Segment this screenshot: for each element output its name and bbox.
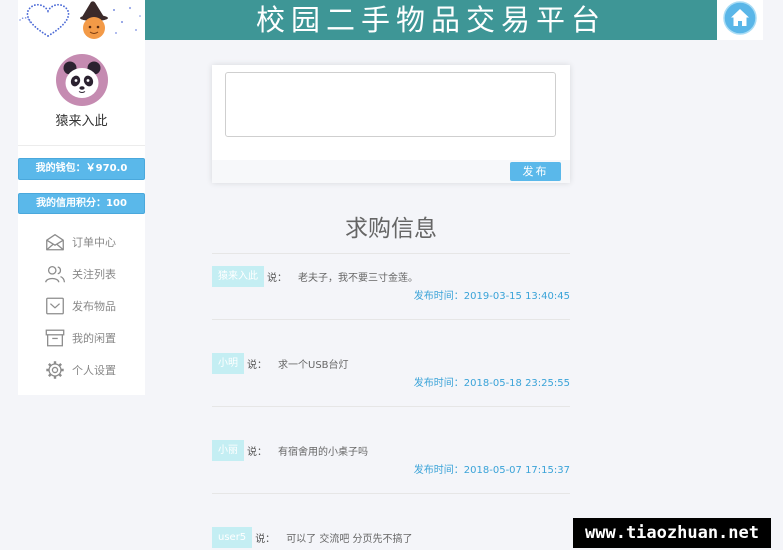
- author-tag: 小明: [212, 353, 244, 374]
- archive-icon: [44, 327, 66, 349]
- sidebar-item-settings[interactable]: 个人设置: [18, 354, 145, 386]
- author-tag: 小丽: [212, 440, 244, 461]
- home-icon: [723, 1, 757, 35]
- username: 猿来入此: [55, 114, 108, 129]
- sidebar-menu: 订单中心 关注列表 发布物品 我的闲置 个人设置: [18, 226, 145, 386]
- request-composer: 发布: [212, 65, 570, 183]
- users-icon: [44, 263, 66, 285]
- section-title: 求购信息: [212, 205, 570, 254]
- site-logo[interactable]: [18, 0, 145, 40]
- post-text: 求一个USB台灯: [278, 360, 349, 371]
- post-line: 小丽 说： 有宿舍用的小桌子吗: [212, 440, 570, 461]
- list-item: 小丽 说： 有宿舍用的小桌子吗 发布时间：2018-05-07 17:15:37: [212, 440, 570, 494]
- hearts-witch-logo-icon: [19, 1, 141, 39]
- sidebar-item-following[interactable]: 关注列表: [18, 258, 145, 290]
- list-item: 小明 说： 求一个USB台灯 发布时间：2018-05-18 23:25:55: [212, 353, 570, 407]
- request-input[interactable]: [225, 72, 556, 137]
- sidebar-item-my-idle[interactable]: 我的闲置: [18, 322, 145, 354]
- post-line: 小明 说： 求一个USB台灯: [212, 353, 570, 374]
- mail-icon: [44, 231, 66, 253]
- wallet-button[interactable]: 我的钱包：￥970.0: [18, 158, 145, 180]
- avatar[interactable]: [56, 54, 108, 106]
- say-label: 说：: [247, 360, 267, 371]
- requests-section: 求购信息 猿来入此 说： 老夫子，我不要三寸金莲。 发布时间：2019-03-1…: [212, 205, 570, 548]
- post-line: 猿来入此 说： 老夫子，我不要三寸金莲。: [212, 266, 570, 287]
- post-line: user5 说： 可以了 交流吧 分页先不搞了: [212, 527, 570, 548]
- sidebar-item-label: 关注列表: [72, 268, 116, 281]
- post-text: 有宿舍用的小桌子吗: [278, 447, 368, 458]
- sidebar-divider: [18, 145, 145, 146]
- list-item: 猿来入此 说： 老夫子，我不要三寸金莲。 发布时间：2019-03-15 13:…: [212, 266, 570, 320]
- site-title: 校园二手物品交易平台: [255, 3, 606, 37]
- credit-score-button[interactable]: 我的信用积分：100: [18, 193, 145, 214]
- say-label: 说：: [255, 534, 276, 545]
- post-time: 发布时间：2018-05-18 23:25:55: [413, 378, 570, 389]
- post-time: 发布时间：2018-05-07 17:15:37: [413, 465, 570, 476]
- tray-icon: [44, 295, 66, 317]
- list-item: user5 说： 可以了 交流吧 分页先不搞了: [212, 527, 570, 548]
- panda-avatar-icon: [56, 54, 108, 106]
- sidebar-item-orders[interactable]: 订单中心: [18, 226, 145, 258]
- home-area: [717, 0, 763, 40]
- post-time: 发布时间：2019-03-15 13:40:45: [413, 291, 570, 302]
- sidebar-item-label: 发布物品: [72, 300, 116, 313]
- gear-icon: [44, 359, 66, 381]
- post-text: 可以了 交流吧 分页先不搞了: [286, 534, 413, 545]
- site-banner: 校园二手物品交易平台: [145, 0, 717, 40]
- publish-button[interactable]: 发布: [510, 162, 561, 181]
- sidebar-item-label: 个人设置: [72, 364, 116, 377]
- post-text: 老夫子，我不要三寸金莲。: [298, 273, 418, 284]
- say-label: 说：: [247, 447, 267, 458]
- requests-list: 猿来入此 说： 老夫子，我不要三寸金莲。 发布时间：2019-03-15 13:…: [212, 266, 570, 548]
- author-tag: user5: [212, 527, 253, 548]
- say-label: 说：: [267, 273, 287, 284]
- composer-footer: 发布: [212, 160, 570, 183]
- sidebar-item-label: 订单中心: [72, 236, 116, 249]
- sidebar: 猿来入此 我的钱包：￥970.0 我的信用积分：100 订单中心 关注列表 发布…: [18, 40, 145, 395]
- author-tag: 猿来入此: [212, 266, 264, 287]
- home-button[interactable]: [723, 1, 757, 35]
- sidebar-item-publish[interactable]: 发布物品: [18, 290, 145, 322]
- sidebar-item-label: 我的闲置: [72, 332, 116, 345]
- watermark: www.tiaozhuan.net: [573, 518, 771, 548]
